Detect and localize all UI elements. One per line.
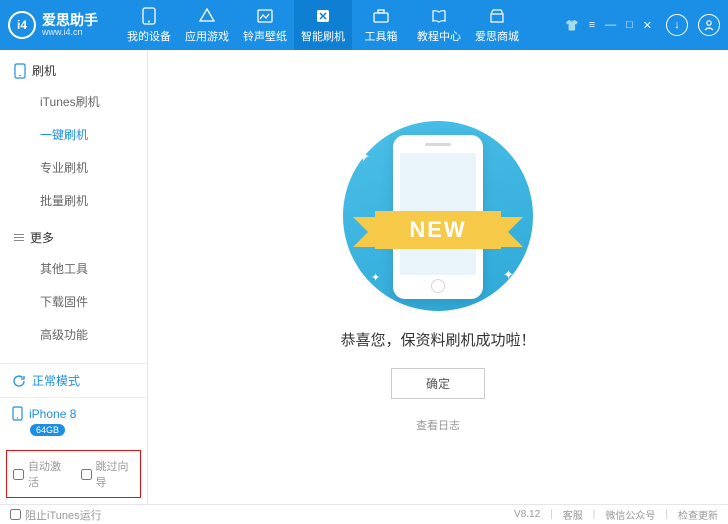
sidebar-section-flash: 刷机 <box>0 50 147 85</box>
main-tabs: 我的设备 应用游戏 铃声壁纸 智能刷机 工具箱 教程中心 爱思商城 <box>120 0 526 50</box>
footer: 阻止iTunes运行 V8.12 | 客服 | 微信公众号 | 检查更新 <box>0 504 728 524</box>
device-icon <box>140 7 158 25</box>
tab-label: 我的设备 <box>127 28 171 44</box>
phone-icon <box>14 63 26 79</box>
tab-apps[interactable]: 应用游戏 <box>178 0 236 50</box>
view-log-link[interactable]: 查看日志 <box>416 417 460 433</box>
refresh-icon <box>12 374 26 388</box>
tab-tutorials[interactable]: 教程中心 <box>410 0 468 50</box>
device-name-label: iPhone 8 <box>29 407 76 421</box>
tab-label: 爱思商城 <box>475 28 519 44</box>
tab-flash[interactable]: 智能刷机 <box>294 0 352 50</box>
sidebar: 刷机 iTunes刷机 一键刷机 专业刷机 批量刷机 更多 其他工具 下载固件 … <box>0 50 148 504</box>
tab-ringtones[interactable]: 铃声壁纸 <box>236 0 294 50</box>
wallpaper-icon <box>256 7 274 25</box>
success-illustration: ✦ ✦ ✦ ✦ NEW <box>323 121 553 311</box>
device-info[interactable]: iPhone 8 64GB <box>0 397 147 444</box>
auto-activate-checkbox[interactable]: 自动激活 <box>13 458 67 490</box>
tab-label: 应用游戏 <box>185 28 229 44</box>
mode-status[interactable]: 正常模式 <box>0 363 147 397</box>
options-highlighted: 自动激活 跳过向导 <box>6 450 141 498</box>
tab-label: 教程中心 <box>417 28 461 44</box>
menu-icon[interactable]: ≡ <box>589 19 595 31</box>
check-update-link[interactable]: 检查更新 <box>678 507 718 522</box>
toolbox-icon <box>372 7 390 25</box>
close-icon[interactable]: ✕ <box>643 19 652 32</box>
storage-badge: 64GB <box>30 424 65 436</box>
tab-label: 工具箱 <box>365 28 398 44</box>
apps-icon <box>198 7 216 25</box>
new-ribbon: NEW <box>323 207 553 253</box>
flash-icon <box>314 7 332 25</box>
block-itunes-checkbox[interactable]: 阻止iTunes运行 <box>10 507 102 523</box>
ok-button[interactable]: 确定 <box>391 368 485 399</box>
tab-store[interactable]: 爱思商城 <box>468 0 526 50</box>
skip-guide-checkbox[interactable]: 跳过向导 <box>81 458 135 490</box>
skin-icon[interactable]: 👕 <box>565 19 579 32</box>
sidebar-item-oneclick-flash[interactable]: 一键刷机 <box>0 118 147 151</box>
sidebar-item-itunes-flash[interactable]: iTunes刷机 <box>0 85 147 118</box>
sidebar-item-download-firmware[interactable]: 下载固件 <box>0 285 147 318</box>
version-label: V8.12 <box>514 509 540 520</box>
minimize-icon[interactable]: — <box>605 19 616 31</box>
app-site: www.i4.cn <box>42 27 98 37</box>
app-name: 爱思助手 <box>42 13 98 27</box>
sidebar-item-pro-flash[interactable]: 专业刷机 <box>0 151 147 184</box>
tab-label: 智能刷机 <box>301 28 345 44</box>
tab-toolbox[interactable]: 工具箱 <box>352 0 410 50</box>
support-link[interactable]: 客服 <box>563 507 583 522</box>
app-logo: i4 爱思助手 www.i4.cn <box>8 11 98 39</box>
device-icon <box>12 406 23 421</box>
user-actions: ↓ <box>666 14 720 36</box>
store-icon <box>488 7 506 25</box>
book-icon <box>430 7 448 25</box>
sidebar-item-batch-flash[interactable]: 批量刷机 <box>0 184 147 217</box>
window-controls: 👕 ≡ — □ ✕ <box>565 19 652 32</box>
sidebar-item-advanced[interactable]: 高级功能 <box>0 318 147 351</box>
download-icon[interactable]: ↓ <box>666 14 688 36</box>
main-content: ✦ ✦ ✦ ✦ NEW 恭喜您，保资料刷机成功啦！ 确定 查看日志 <box>148 50 728 504</box>
success-message: 恭喜您，保资料刷机成功啦！ <box>340 329 535 350</box>
maximize-icon[interactable]: □ <box>626 19 633 31</box>
sidebar-section-more: 更多 <box>0 217 147 252</box>
wechat-link[interactable]: 微信公众号 <box>605 507 655 522</box>
tab-label: 铃声壁纸 <box>243 28 287 44</box>
sidebar-item-other-tools[interactable]: 其他工具 <box>0 252 147 285</box>
more-icon <box>14 232 24 243</box>
logo-badge: i4 <box>8 11 36 39</box>
user-icon[interactable] <box>698 14 720 36</box>
tab-my-device[interactable]: 我的设备 <box>120 0 178 50</box>
title-bar: i4 爱思助手 www.i4.cn 我的设备 应用游戏 铃声壁纸 智能刷机 工具… <box>0 0 728 50</box>
